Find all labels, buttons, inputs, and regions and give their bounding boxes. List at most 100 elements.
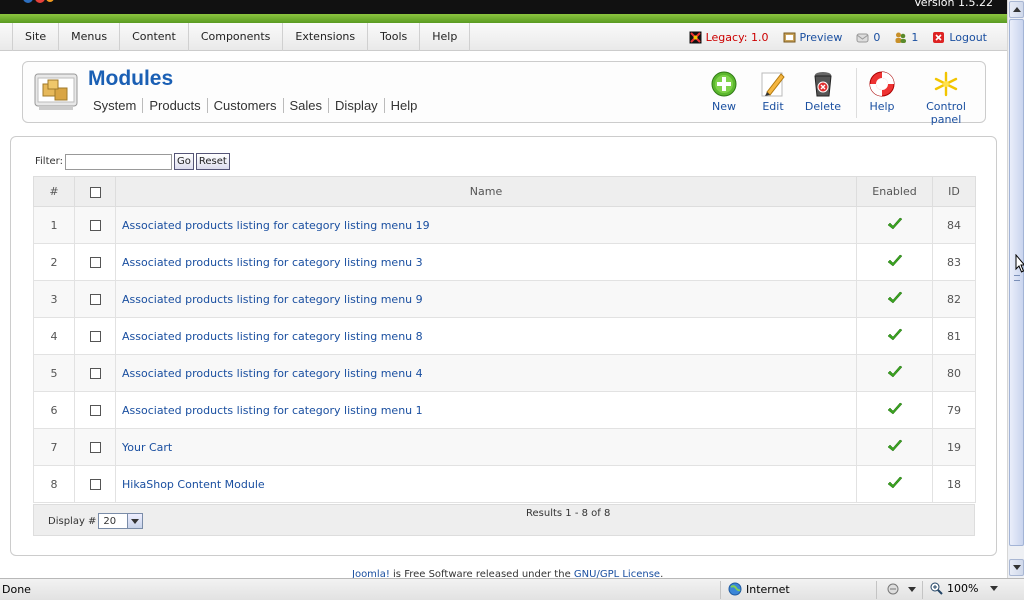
row-checkbox-cell[interactable] xyxy=(74,280,116,318)
row-enabled-cell[interactable] xyxy=(856,317,933,355)
row-checkbox-cell[interactable] xyxy=(74,428,116,466)
legacy-status[interactable]: Legacy: 1.0 xyxy=(689,31,769,44)
row-checkbox[interactable] xyxy=(89,479,101,490)
row-id: 81 xyxy=(932,317,976,355)
row-enabled-cell[interactable] xyxy=(856,354,933,392)
go-button[interactable]: Go xyxy=(173,153,194,170)
menu-components[interactable]: Components xyxy=(187,23,283,51)
module-name-link[interactable]: Your Cart xyxy=(122,441,172,454)
row-checkbox-cell[interactable] xyxy=(74,206,116,244)
users-status[interactable]: 1 xyxy=(894,31,918,44)
row-id: 79 xyxy=(932,391,976,429)
row-checkbox[interactable] xyxy=(89,331,101,342)
row-checkbox[interactable] xyxy=(89,405,101,416)
row-checkbox-cell[interactable] xyxy=(74,354,116,392)
modules-table: # Name Enabled ID 1 Associated products l… xyxy=(33,176,976,503)
row-checkbox[interactable] xyxy=(89,368,101,379)
row-number: 3 xyxy=(33,280,75,318)
check-icon[interactable] xyxy=(887,439,903,453)
check-icon[interactable] xyxy=(887,476,903,490)
table-row: 3 Associated products listing for categor… xyxy=(33,280,976,318)
submenu-sales[interactable]: Sales xyxy=(282,98,329,113)
module-name-link[interactable]: Associated products listing for category… xyxy=(122,404,423,417)
protected-mode-toggle[interactable] xyxy=(886,582,916,596)
table-row: 8 HikaShop Content Module 18 xyxy=(33,465,976,503)
column-header-checkall[interactable] xyxy=(74,176,116,207)
security-zone[interactable]: Internet xyxy=(728,582,790,596)
logout-link[interactable]: Logout xyxy=(932,31,987,44)
scrollbar-grip-icon xyxy=(1014,275,1020,281)
new-button[interactable]: New xyxy=(703,70,745,113)
delete-button[interactable]: Delete xyxy=(803,70,843,113)
check-icon[interactable] xyxy=(887,254,903,268)
row-checkbox[interactable] xyxy=(89,442,101,453)
submenu-customers[interactable]: Customers xyxy=(206,98,283,113)
row-id: 19 xyxy=(932,428,976,466)
gpl-license-link[interactable]: GNU/GPL License xyxy=(574,569,660,578)
column-header-enabled[interactable]: Enabled xyxy=(856,176,933,207)
edit-button[interactable]: Edit xyxy=(754,70,792,113)
table-row: 5 Associated products listing for categor… xyxy=(33,354,976,392)
module-name-link[interactable]: Associated products listing for category… xyxy=(122,367,423,380)
module-name-link[interactable]: Associated products listing for category… xyxy=(122,219,430,232)
row-checkbox[interactable] xyxy=(89,257,101,268)
menu-tools[interactable]: Tools xyxy=(367,23,419,51)
module-name-link[interactable]: Associated products listing for category… xyxy=(122,256,423,269)
help-button[interactable]: Help xyxy=(865,70,899,113)
zoom-control[interactable]: 100% xyxy=(930,582,999,595)
submenu-help[interactable]: Help xyxy=(383,98,424,113)
check-icon[interactable] xyxy=(887,328,903,342)
display-value: 20 xyxy=(103,515,117,527)
row-checkbox-cell[interactable] xyxy=(74,317,116,355)
reset-button[interactable]: Reset xyxy=(195,153,230,170)
chevron-down-icon[interactable] xyxy=(127,514,143,528)
check-icon[interactable] xyxy=(887,217,903,231)
column-header-id[interactable]: ID xyxy=(932,176,976,207)
row-enabled-cell[interactable] xyxy=(856,465,933,503)
check-icon[interactable] xyxy=(887,402,903,416)
row-checkbox[interactable] xyxy=(89,294,101,305)
table-row: 1 Associated products listing for categor… xyxy=(33,206,976,244)
status-divider xyxy=(720,581,721,599)
module-name-link[interactable]: HikaShop Content Module xyxy=(122,478,265,491)
submenu-products[interactable]: Products xyxy=(142,98,206,113)
chevron-down-icon[interactable] xyxy=(908,586,916,592)
filter-input[interactable] xyxy=(64,153,172,170)
menu-menus[interactable]: Menus xyxy=(58,23,119,51)
check-icon[interactable] xyxy=(887,291,903,305)
row-enabled-cell[interactable] xyxy=(856,428,933,466)
menu-site[interactable]: Site xyxy=(12,23,58,51)
row-enabled-cell[interactable] xyxy=(856,206,933,244)
menu-help[interactable]: Help xyxy=(419,23,471,51)
row-enabled-cell[interactable] xyxy=(856,243,933,281)
column-header-name[interactable]: Name xyxy=(115,176,857,207)
submenu-system[interactable]: System xyxy=(93,98,142,113)
module-name-link[interactable]: Associated products listing for category… xyxy=(122,330,423,343)
table-body: 1 Associated products listing for categor… xyxy=(33,206,976,503)
table-row: 2 Associated products listing for categor… xyxy=(33,243,976,281)
row-checkbox[interactable] xyxy=(89,220,101,231)
row-checkbox-cell[interactable] xyxy=(74,391,116,429)
control-panel-button[interactable]: Control panel xyxy=(912,70,980,126)
row-enabled-cell[interactable] xyxy=(856,391,933,429)
chevron-down-icon[interactable] xyxy=(990,586,999,591)
legacy-icon xyxy=(689,31,702,43)
scroll-up-arrow-icon[interactable] xyxy=(1009,1,1024,18)
scrollbar-thumb[interactable] xyxy=(1009,19,1024,546)
preview-link[interactable]: Preview xyxy=(783,31,842,44)
row-checkbox-cell[interactable] xyxy=(74,465,116,503)
menu-extensions[interactable]: Extensions xyxy=(282,23,367,51)
menu-content[interactable]: Content xyxy=(119,23,188,51)
check-all-checkbox[interactable] xyxy=(89,186,101,198)
row-enabled-cell[interactable] xyxy=(856,280,933,318)
messages-status[interactable]: 0 xyxy=(856,31,880,44)
check-icon[interactable] xyxy=(887,365,903,379)
scroll-down-arrow-icon[interactable] xyxy=(1009,559,1024,576)
vertical-scrollbar[interactable] xyxy=(1007,0,1024,578)
display-select[interactable]: 20 xyxy=(98,513,144,529)
joomla-link[interactable]: Joomla! xyxy=(352,569,390,578)
row-number: 2 xyxy=(33,243,75,281)
row-checkbox-cell[interactable] xyxy=(74,243,116,281)
submenu-display[interactable]: Display xyxy=(328,98,384,113)
module-name-link[interactable]: Associated products listing for category… xyxy=(122,293,423,306)
